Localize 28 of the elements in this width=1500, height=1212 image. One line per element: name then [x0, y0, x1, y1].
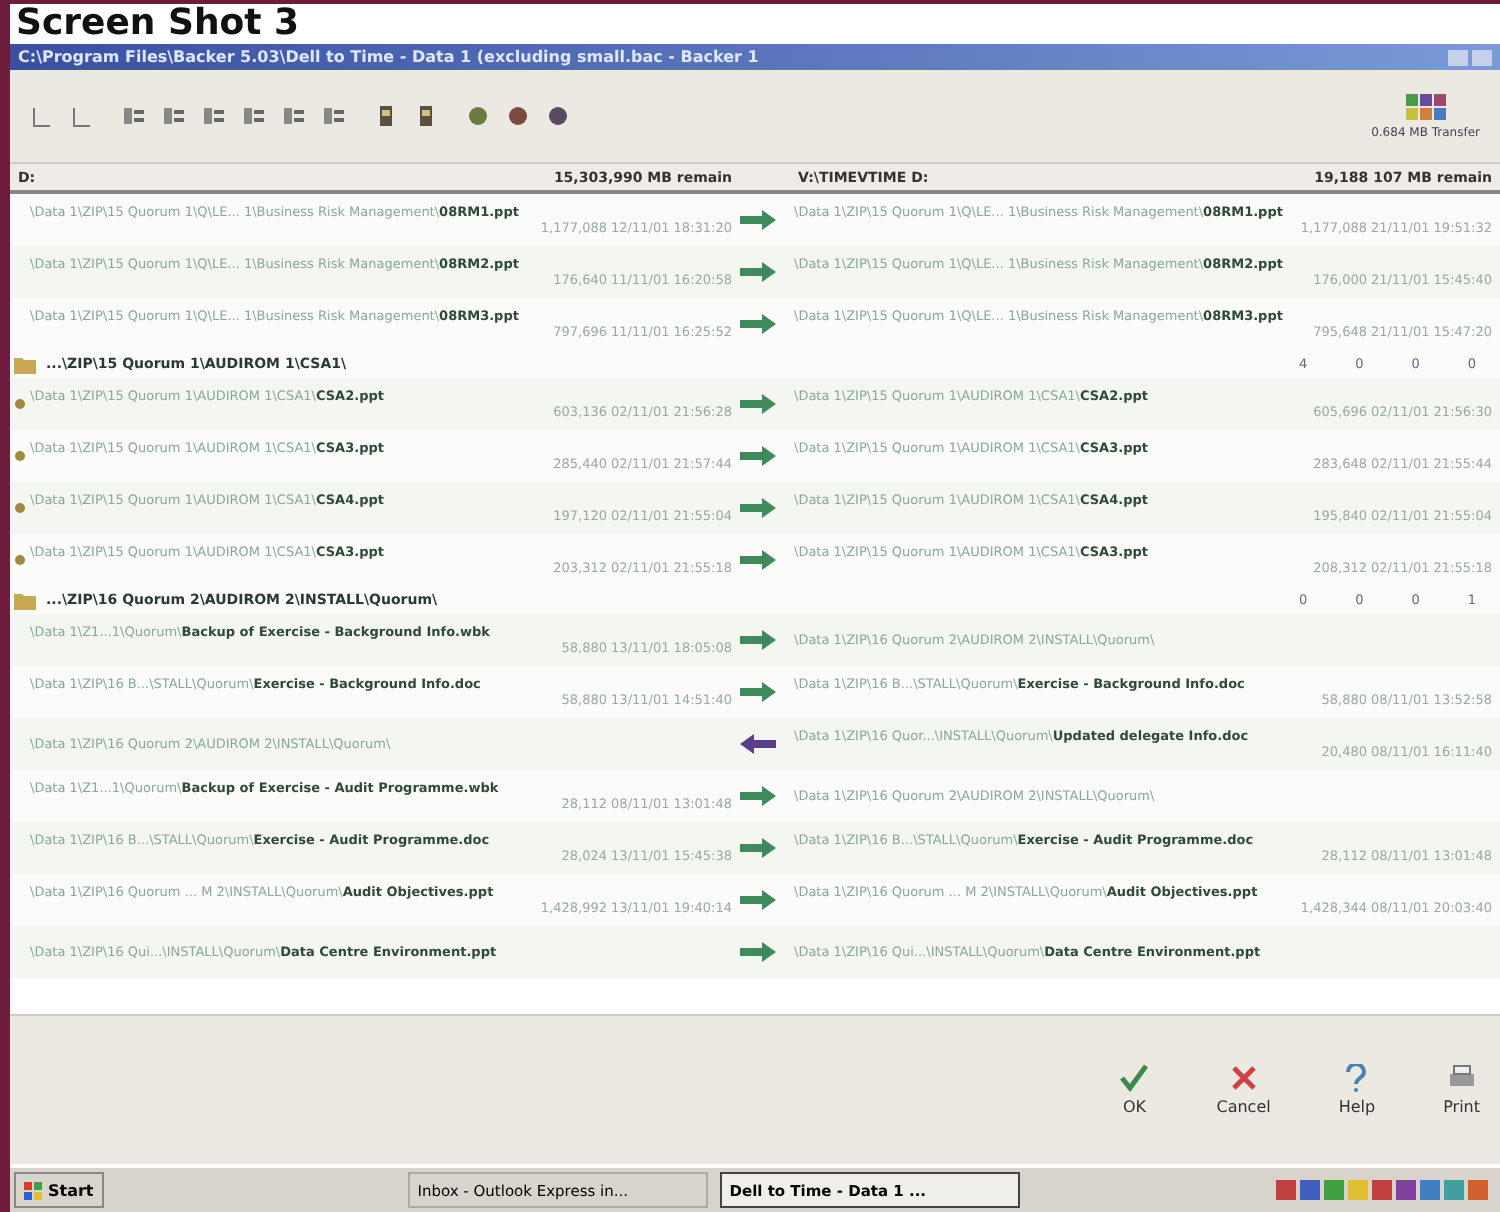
folder-icon	[14, 591, 38, 609]
page-heading: Screen Shot 3	[14, 4, 302, 44]
list-view-icon[interactable]	[162, 104, 186, 128]
help-button[interactable]: Help	[1330, 1060, 1384, 1120]
circle-icon[interactable]	[506, 104, 530, 128]
list-view-icon[interactable]	[202, 104, 226, 128]
color-grid-icon	[1405, 93, 1446, 121]
list-view-icon[interactable]	[322, 104, 346, 128]
circle-icon[interactable]	[466, 104, 490, 128]
window-title: C:\Program Files\Backer 5.03\Dell to Time - Data 1 (excluding small.bac - Backer 1	[18, 48, 759, 66]
panel-icon[interactable]	[30, 104, 54, 128]
checkmark-icon	[1120, 1064, 1149, 1092]
list-view-icon[interactable]	[282, 104, 306, 128]
windows-flag-icon	[24, 1181, 44, 1199]
start-button[interactable]: Start	[14, 1172, 104, 1208]
close-icon	[1229, 1064, 1258, 1092]
printer-icon	[1447, 1064, 1476, 1092]
circle-icon[interactable]	[546, 104, 570, 128]
list-view-icon[interactable]	[122, 104, 146, 128]
folder-icon	[14, 355, 38, 373]
help-icon	[1344, 1064, 1369, 1092]
ok-button[interactable]: OK	[1112, 1060, 1157, 1120]
cancel-button[interactable]: Cancel	[1208, 1060, 1279, 1120]
panel-icon[interactable]	[70, 104, 94, 128]
file-icon[interactable]	[414, 104, 438, 128]
list-view-icon[interactable]	[242, 104, 266, 128]
print-button[interactable]: Print	[1435, 1060, 1488, 1120]
file-icon[interactable]	[374, 104, 398, 128]
